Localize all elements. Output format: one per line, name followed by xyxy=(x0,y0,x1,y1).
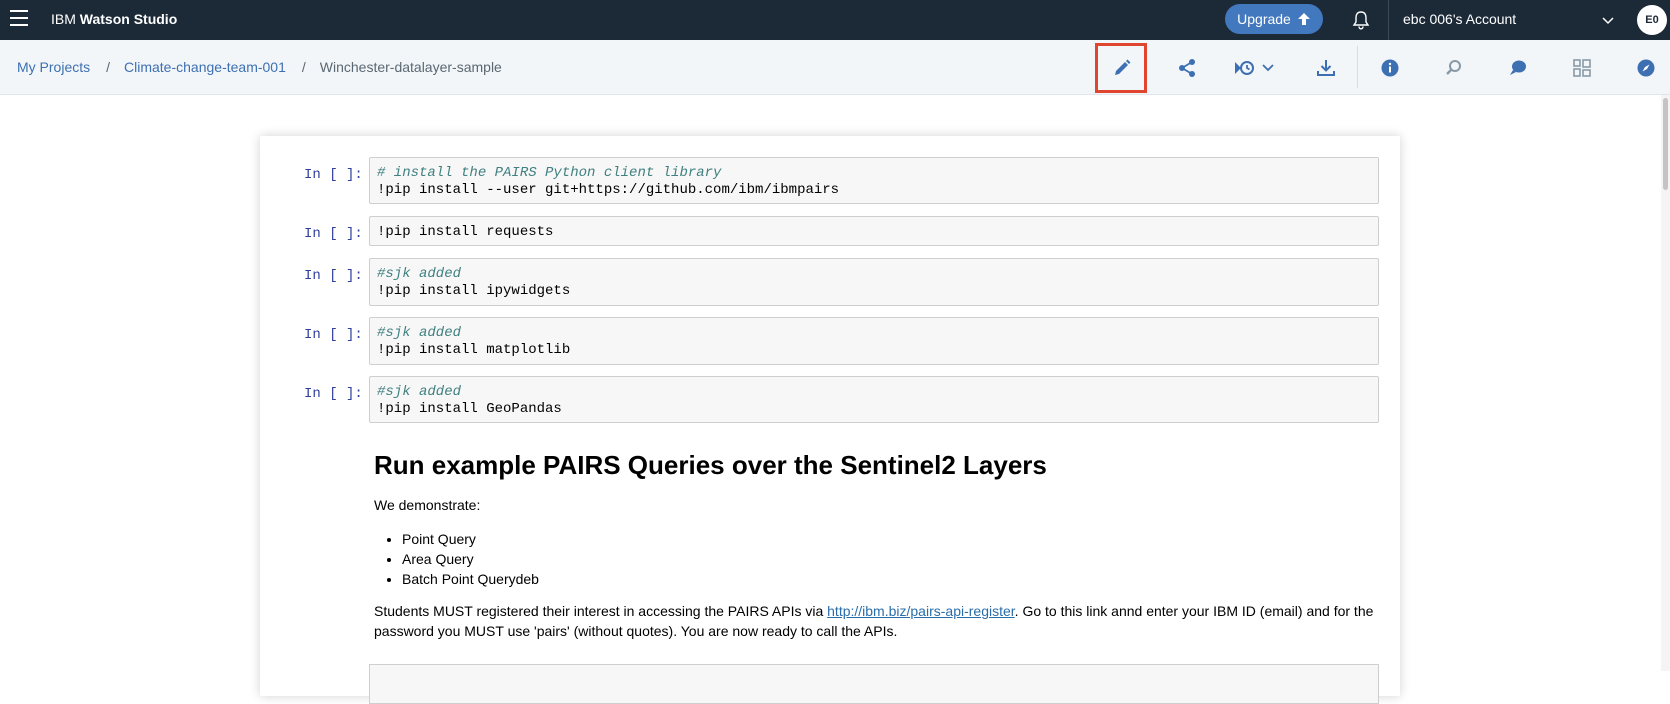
code-line: !pip install ipywidgets xyxy=(377,283,571,299)
code-comment: # install the PAIRS Python client librar… xyxy=(377,165,722,181)
code-input[interactable]: !pip install requests xyxy=(369,216,1379,246)
breadcrumb-separator: / xyxy=(106,59,111,75)
code-line: !pip install --user git+https://github.c… xyxy=(377,182,840,198)
markdown-heading: Run example PAIRS Queries over the Senti… xyxy=(374,450,1047,480)
code-line: !pip install requests xyxy=(377,224,554,240)
code-comment: #sjk added xyxy=(377,325,462,341)
cell-prompt: In [ ]: xyxy=(304,386,363,402)
top-nav-bar: IBM Watson Studio Upgrade ebc 006's Acco… xyxy=(0,0,1670,40)
upgrade-button[interactable]: Upgrade xyxy=(1225,4,1323,34)
paragraph-text: Students MUST registered their interest … xyxy=(374,603,828,619)
toolbar-divider xyxy=(1357,46,1358,88)
code-input[interactable]: # install the PAIRS Python client librar… xyxy=(369,157,1379,204)
brand-prefix: IBM xyxy=(51,11,76,27)
brand-title[interactable]: IBM Watson Studio xyxy=(51,11,177,27)
hamburger-menu-icon[interactable] xyxy=(10,10,28,26)
code-line: !pip install matplotlib xyxy=(377,342,571,358)
cell-prompt: In [ ]: xyxy=(304,327,363,343)
markdown-intro: We demonstrate: xyxy=(374,497,481,513)
notebook-container: In [ ]: # install the PAIRS Python clien… xyxy=(260,136,1400,704)
find-replace-icon[interactable] xyxy=(1443,57,1465,79)
project-toolbar: My Projects / Climate-change-team-001 / Winc… xyxy=(0,40,1670,95)
breadcrumb-project[interactable]: Climate-change-team-001 xyxy=(124,59,286,75)
list-item: Batch Point Querydeb xyxy=(402,569,1384,589)
notifications-bell-icon[interactable] xyxy=(1350,9,1372,31)
cell-prompt: In [ ]: xyxy=(304,268,363,284)
upload-arrow-icon xyxy=(1297,13,1310,25)
code-comment: #sjk added xyxy=(377,384,462,400)
upgrade-label: Upgrade xyxy=(1237,11,1291,27)
scrollbar-thumb[interactable] xyxy=(1663,98,1668,190)
cell-prompt: In [ ]: xyxy=(304,226,363,242)
register-link[interactable]: http://ibm.biz/pairs-api-register xyxy=(827,603,1015,619)
avatar[interactable]: E0 xyxy=(1637,5,1667,35)
chevron-down-icon[interactable] xyxy=(1600,12,1616,28)
list-item: Point Query xyxy=(402,529,1384,549)
info-icon[interactable] xyxy=(1379,57,1401,79)
code-line: !pip install GeoPandas xyxy=(377,401,562,417)
cell-prompt: In [ ]: xyxy=(304,167,363,183)
edit-icon[interactable] xyxy=(1111,57,1133,79)
brand-name: Watson Studio xyxy=(79,11,178,27)
markdown-cell[interactable]: Run example PAIRS Queries over the Senti… xyxy=(374,450,1384,641)
code-input[interactable]: #sjk added !pip install ipywidgets xyxy=(369,258,1379,306)
list-item: Area Query xyxy=(402,549,1384,569)
breadcrumb: My Projects / Climate-change-team-001 / Winc… xyxy=(17,59,502,75)
markdown-bullet-list: Point Query Area Query Batch Point Query… xyxy=(402,529,1384,589)
explore-icon[interactable] xyxy=(1635,57,1657,79)
divider xyxy=(1388,0,1389,40)
share-icon[interactable] xyxy=(1176,57,1198,79)
breadcrumb-current-notebook: Winchester-datalayer-sample xyxy=(319,59,502,75)
breadcrumb-separator: / xyxy=(301,59,306,75)
code-input[interactable]: #sjk added !pip install matplotlib xyxy=(369,317,1379,365)
data-assets-icon[interactable] xyxy=(1571,57,1593,79)
code-comment: #sjk added xyxy=(377,266,462,282)
account-switcher[interactable]: ebc 006's Account xyxy=(1403,11,1516,27)
markdown-paragraph: Students MUST registered their interest … xyxy=(374,601,1384,641)
download-icon[interactable] xyxy=(1315,57,1337,79)
comments-icon[interactable] xyxy=(1507,57,1529,79)
version-history-icon[interactable] xyxy=(1233,57,1277,79)
breadcrumb-my-projects[interactable]: My Projects xyxy=(17,59,90,75)
code-input[interactable]: #sjk added !pip install GeoPandas xyxy=(369,376,1379,423)
code-input[interactable] xyxy=(369,664,1379,704)
